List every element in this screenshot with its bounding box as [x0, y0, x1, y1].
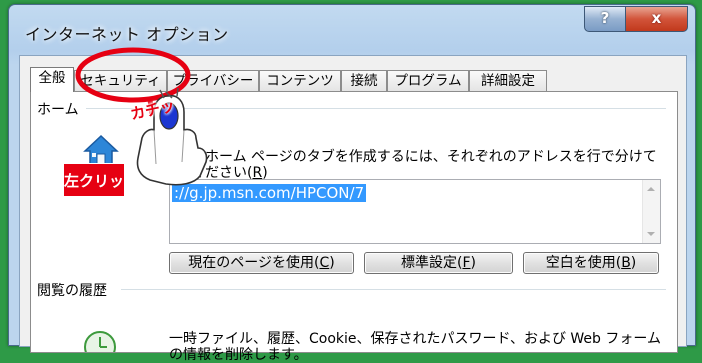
home-description: のホーム ページのタブを作成するには、それぞれのアドレスを行で分けて ください(…	[191, 149, 657, 181]
tab-security[interactable]: セキュリティ	[74, 70, 167, 91]
close-button[interactable]: x	[625, 6, 688, 32]
dialog-client-area: 全般 セキュリティ プライバシー コンテンツ 接続 プログラム 詳細設定 ホーム…	[19, 55, 687, 363]
home-page-address-input[interactable]: ://g.jp.msn.com/HPCON/7	[169, 179, 661, 244]
home-section-label: ホーム	[37, 102, 79, 118]
home-page-url-value: ://g.jp.msn.com/HPCON/7	[172, 184, 367, 202]
history-description-line1: 一時ファイル、履歴、Cookie、保存されたパスワード、および Web フォーム	[169, 331, 661, 347]
history-description: 一時ファイル、履歴、Cookie、保存されたパスワード、および Web フォーム…	[169, 331, 661, 363]
tab-connections[interactable]: 接続	[341, 70, 387, 91]
tab-programs[interactable]: プログラム	[387, 70, 469, 91]
scroll-up-arrow-icon[interactable]	[647, 187, 655, 191]
tab-content[interactable]: コンテンツ	[259, 70, 341, 91]
use-blank-button[interactable]: 空白を使用(B)	[523, 252, 659, 274]
internet-options-window: インターネット オプション ? x 全般 セキュリティ プライバシー コンテンツ…	[8, 4, 696, 363]
window-title: インターネット オプション	[25, 25, 229, 44]
title-bar[interactable]: インターネット オプション ? x	[9, 5, 695, 55]
history-section-divider	[121, 289, 666, 291]
use-default-button[interactable]: 標準設定(F)	[364, 252, 513, 274]
home-section-divider	[86, 108, 666, 110]
history-clock-icon	[84, 331, 116, 352]
help-button[interactable]: ?	[584, 6, 626, 32]
tab-panel-general: ホーム のホーム ページのタブを作成するには、それぞれのアドレスを行で分けて く…	[30, 91, 678, 363]
use-current-button[interactable]: 現在のページを使用(C)	[169, 252, 354, 274]
tab-privacy[interactable]: プライバシー	[167, 70, 259, 91]
scroll-down-arrow-icon[interactable]	[647, 232, 655, 236]
address-scrollbar[interactable]	[642, 180, 660, 243]
tab-general[interactable]: 全般	[30, 67, 74, 92]
history-description-line2: の情報を削除します。	[169, 347, 308, 363]
home-icon	[83, 134, 119, 167]
browsing-history-label: 閲覧の履歴	[37, 283, 107, 299]
tab-advanced[interactable]: 詳細設定	[469, 70, 547, 91]
home-description-line1: のホーム ページのタブを作成するには、それぞれのアドレスを行で分けて	[191, 149, 657, 165]
